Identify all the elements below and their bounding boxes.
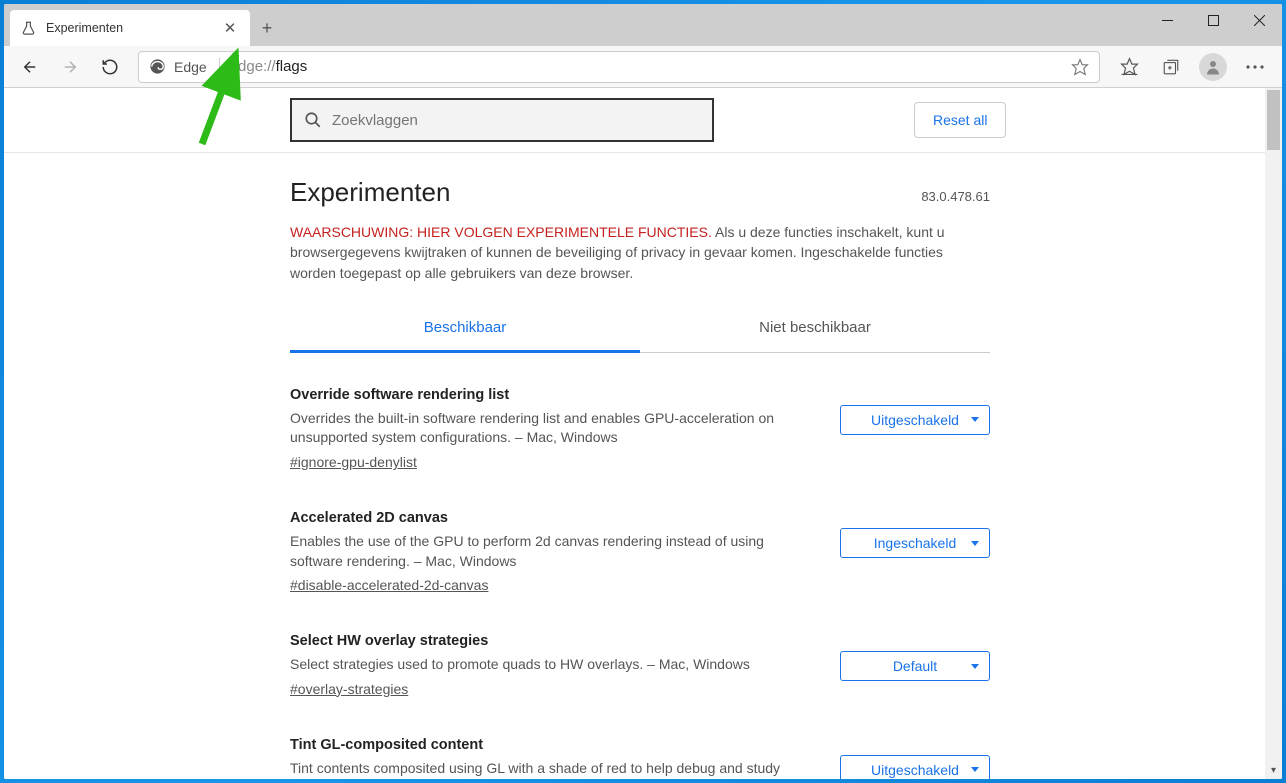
forward-button[interactable] <box>52 49 88 85</box>
edge-badge: Edge <box>149 58 220 75</box>
profile-avatar[interactable] <box>1194 49 1232 85</box>
menu-icon[interactable] <box>1236 49 1274 85</box>
page-title: Experimenten <box>290 177 450 208</box>
flag-row: Select HW overlay strategies Select stra… <box>290 633 990 699</box>
flag-select[interactable]: Ingeschakeld <box>840 528 990 558</box>
flag-title: Override software rendering list <box>290 387 820 403</box>
tab-unavailable[interactable]: Niet beschikbaar <box>640 305 990 352</box>
search-icon <box>304 111 322 129</box>
favorite-star-icon[interactable] <box>1071 58 1089 76</box>
collections-icon[interactable] <box>1152 49 1190 85</box>
scroll-down-icon[interactable]: ▾ <box>1265 762 1282 779</box>
url-text: edge://flags <box>230 58 1071 75</box>
scrollbar[interactable]: ▾ <box>1265 88 1282 779</box>
warning-text: WAARSCHUWING: HIER VOLGEN EXPERIMENTELE … <box>290 222 990 283</box>
refresh-button[interactable] <box>92 49 128 85</box>
browser-tab[interactable]: Experimenten ✕ <box>10 10 250 46</box>
minimize-button[interactable] <box>1144 4 1190 36</box>
flag-title: Select HW overlay strategies <box>290 633 820 649</box>
flask-icon <box>20 20 36 36</box>
scroll-thumb[interactable] <box>1267 90 1280 150</box>
address-bar[interactable]: Edge edge://flags <box>138 51 1100 83</box>
tab-title: Experimenten <box>46 21 220 35</box>
back-button[interactable] <box>12 49 48 85</box>
maximize-button[interactable] <box>1190 4 1236 36</box>
flag-description: Overrides the built-in software renderin… <box>290 409 820 448</box>
flag-row: Override software rendering list Overrid… <box>290 387 990 472</box>
favorites-icon[interactable] <box>1110 49 1148 85</box>
flag-hash-link[interactable]: #ignore-gpu-denylist <box>290 454 417 470</box>
flag-row: Tint GL-composited content Tint contents… <box>290 737 990 779</box>
search-input[interactable] <box>332 112 700 129</box>
flag-select[interactable]: Uitgeschakeld <box>840 405 990 435</box>
titlebar: Experimenten ✕ + <box>4 4 1282 46</box>
toolbar: Edge edge://flags <box>4 46 1282 88</box>
flag-select[interactable]: Uitgeschakeld <box>840 755 990 779</box>
flag-description: Tint contents composited using GL with a… <box>290 759 820 779</box>
flag-description: Enables the use of the GPU to perform 2d… <box>290 532 820 571</box>
flag-hash-link[interactable]: #overlay-strategies <box>290 681 408 697</box>
flag-row: Accelerated 2D canvas Enables the use of… <box>290 510 990 595</box>
flag-hash-link[interactable]: #disable-accelerated-2d-canvas <box>290 577 488 593</box>
tab-available[interactable]: Beschikbaar <box>290 305 640 353</box>
version-text: 83.0.478.61 <box>921 189 990 204</box>
close-tab-icon[interactable]: ✕ <box>220 18 240 38</box>
close-window-button[interactable] <box>1236 4 1282 36</box>
new-tab-button[interactable]: + <box>250 10 284 46</box>
flag-select[interactable]: Default <box>840 651 990 681</box>
edge-label-text: Edge <box>174 59 207 75</box>
edge-logo-icon <box>149 58 166 75</box>
reset-all-button[interactable]: Reset all <box>914 102 1006 138</box>
flag-title: Tint GL-composited content <box>290 737 820 753</box>
flag-description: Select strategies used to promote quads … <box>290 655 820 675</box>
flag-title: Accelerated 2D canvas <box>290 510 820 526</box>
search-flags-box[interactable] <box>290 98 714 142</box>
